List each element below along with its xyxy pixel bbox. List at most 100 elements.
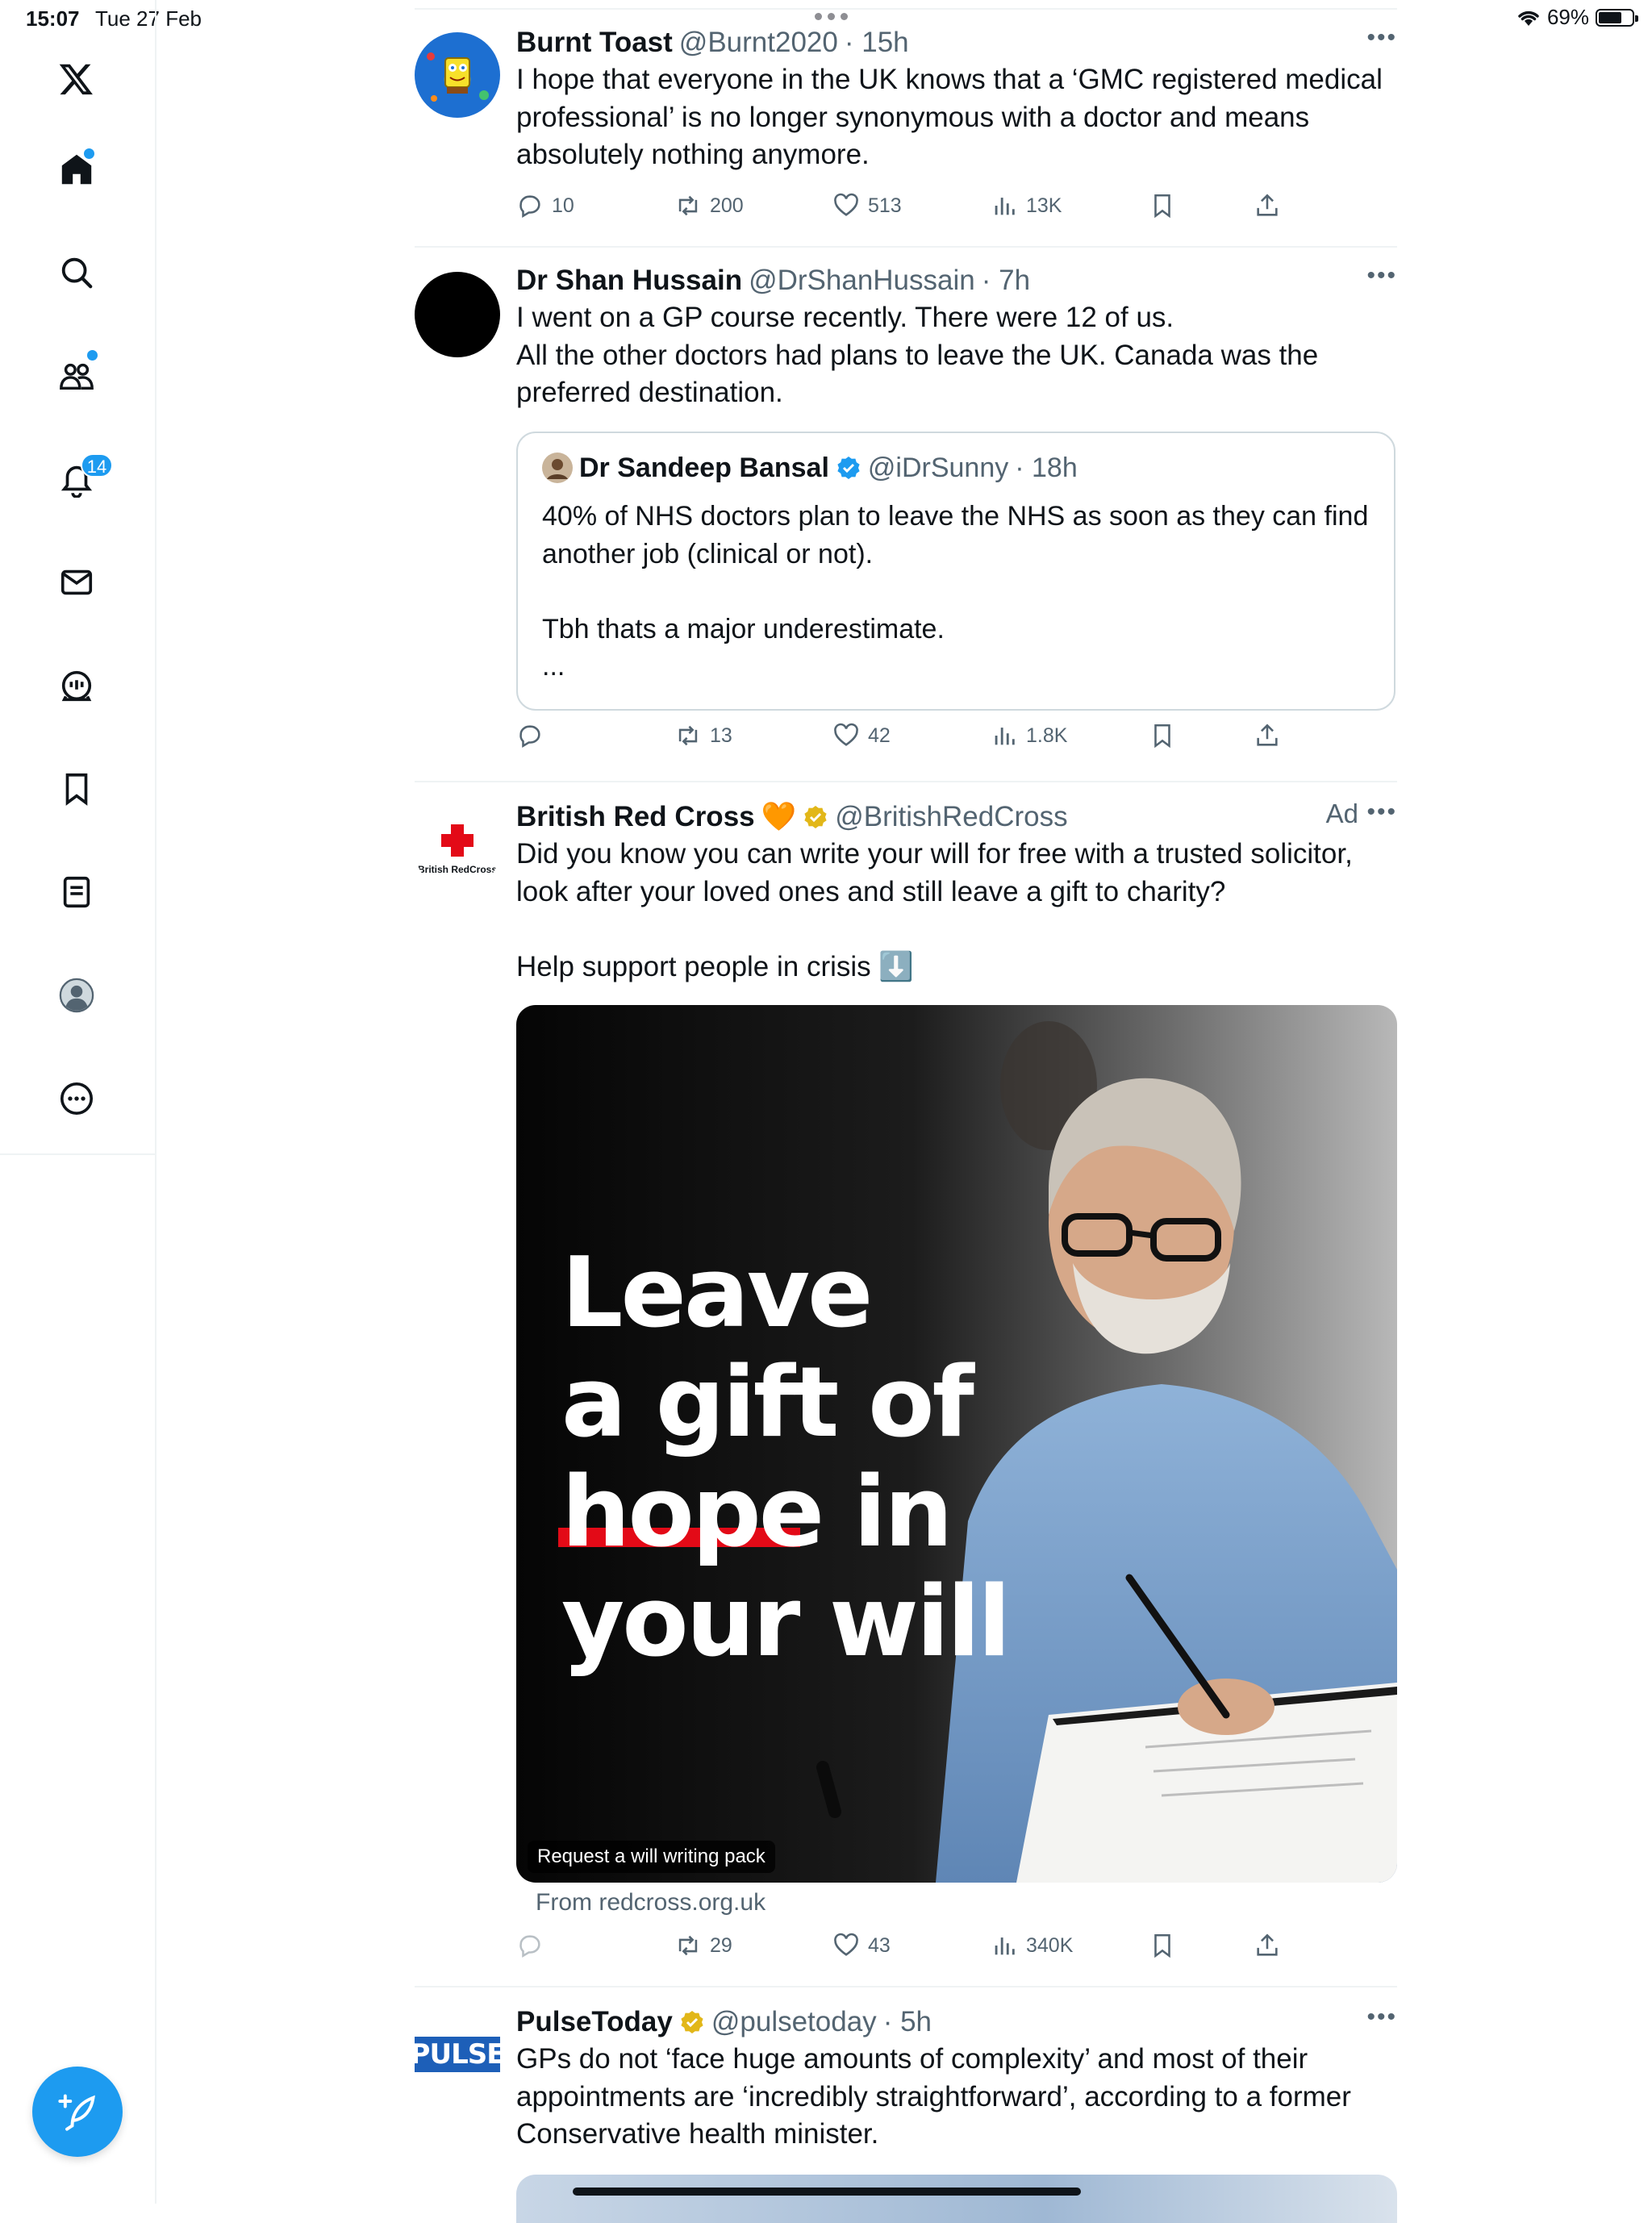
profile-avatar-icon[interactable] (38, 957, 115, 1034)
like-count: 513 (868, 194, 902, 217)
like-button[interactable]: 513 (832, 192, 902, 219)
tweet-timestamp[interactable]: · 15h (845, 24, 909, 61)
battery-percent: 69% (1546, 5, 1589, 29)
views-button[interactable]: 13K (991, 192, 1062, 219)
home-icon[interactable] (38, 131, 115, 208)
compose-tweet-button[interactable] (32, 2067, 123, 2157)
retweet-count: 200 (710, 194, 744, 217)
more-options-icon[interactable] (38, 1060, 115, 1137)
tweet-dr-shan-hussain[interactable]: Dr Shan Hussain @DrShanHussain · 7h ••• … (415, 262, 1397, 778)
communities-icon[interactable] (38, 337, 115, 415)
verified-badge-icon (837, 457, 860, 479)
views-count: 340K (1026, 1933, 1074, 1957)
gold-verified-badge-icon (804, 806, 827, 828)
tweet-more-options-icon[interactable]: ••• (1366, 799, 1397, 826)
reply-icon (519, 725, 540, 749)
ad-media-image[interactable]: Leave a gift of hope in your will Reques… (516, 1005, 1397, 1883)
bookmarks-icon[interactable] (38, 750, 115, 828)
avatar-dr-shan-hussain[interactable] (415, 272, 500, 357)
views-chart-icon (995, 728, 1015, 745)
share-button[interactable] (1254, 722, 1281, 749)
bookmark-icon (1154, 1933, 1170, 1958)
status-indicators: 69% (1516, 5, 1638, 30)
gold-verified-badge-icon (681, 2011, 703, 2033)
avatar-burnt-toast[interactable] (415, 32, 500, 118)
tweet-author-name[interactable]: Dr Shan Hussain (516, 262, 742, 299)
like-button[interactable]: 42 (832, 722, 891, 749)
retweet-button[interactable]: 29 (674, 1932, 732, 1959)
retweet-button[interactable]: 200 (674, 192, 744, 219)
home-new-dot (82, 147, 96, 161)
reply-button[interactable] (516, 722, 552, 749)
tweet-header: Burnt Toast @Burnt2020 · 15h (516, 24, 1397, 61)
quoted-tweet-card[interactable]: Dr Sandeep Bansal @iDrSunny · 18h 40% of… (516, 432, 1395, 711)
share-button[interactable] (1254, 1932, 1281, 1959)
tweet-author-handle[interactable]: @pulsetoday (711, 2004, 877, 2041)
retweet-count: 29 (710, 1933, 732, 1957)
tweet-author-name[interactable]: Burnt Toast (516, 24, 673, 61)
tweet-author-name[interactable]: PulseToday (516, 2004, 673, 2041)
tweet-more-options-icon[interactable]: ••• (1366, 24, 1397, 52)
sidebar-divider (0, 1153, 156, 1155)
tweet-more-options-icon[interactable]: ••• (1366, 2004, 1397, 2031)
tweet-burnt-toast[interactable]: Burnt Toast @Burnt2020 · 15h ••• I hope … (415, 24, 1397, 242)
tweet-media-preview[interactable] (516, 2175, 1397, 2223)
reply-button[interactable]: 10 (516, 192, 574, 219)
bookmark-button[interactable] (1149, 1932, 1176, 1959)
wifi-icon (1518, 10, 1539, 26)
share-icon (1257, 1933, 1278, 1956)
ad-headline-line: your will (561, 1566, 1011, 1679)
share-button[interactable] (1254, 192, 1281, 219)
messages-envelope-icon[interactable] (38, 544, 115, 621)
ad-headline-line: a gift of (561, 1347, 974, 1459)
tweet-timestamp[interactable]: · 5h (883, 2004, 932, 2041)
bookmark-icon (1154, 194, 1170, 219)
tweet-actions: 10 200 513 13K (516, 192, 1397, 229)
tweet-more-options-icon[interactable]: ••• (1366, 262, 1397, 290)
x-logo-icon[interactable] (38, 40, 115, 118)
views-button[interactable]: 1.8K (991, 722, 1067, 749)
tweet-header: British Red Cross 🧡 @BritishRedCross (516, 799, 1397, 836)
feed-divider (415, 1986, 1397, 1987)
views-count: 13K (1026, 194, 1062, 217)
search-icon[interactable] (38, 234, 115, 311)
tweet-timestamp[interactable]: · 7h (982, 262, 1030, 299)
notifications-badge: 14 (81, 453, 113, 478)
tweet-author-handle[interactable]: @BritishRedCross (835, 799, 1067, 836)
share-icon (1257, 724, 1278, 746)
home-indicator[interactable] (573, 2188, 1081, 2196)
tweet-text: I hope that everyone in the UK knows tha… (516, 64, 1391, 170)
sidebar: 14 (0, 0, 156, 2204)
heart-icon (834, 1933, 858, 1956)
tweet-author-name[interactable]: British Red Cross (516, 799, 755, 836)
tweet-actions: 13 42 1.8K (516, 722, 1397, 759)
views-count: 1.8K (1026, 724, 1068, 747)
tweet-british-red-cross-ad[interactable]: British RedCross British Red Cross 🧡 @Br… (415, 799, 1397, 1976)
bookmark-icon (1154, 724, 1170, 749)
tweet-header: Dr Shan Hussain @DrShanHussain · 7h (516, 262, 1397, 299)
retweet-count: 13 (710, 724, 732, 747)
bookmark-button[interactable] (1149, 192, 1176, 219)
grok-icon[interactable] (38, 647, 115, 724)
tweet-author-handle[interactable]: @DrShanHussain (749, 262, 975, 299)
ad-headline: Leave a gift of hope in your will (561, 1239, 1011, 1679)
ad-source-link[interactable]: From redcross.org.uk (536, 1889, 766, 1916)
views-button[interactable]: 340K (991, 1932, 1073, 1959)
avatar-british-red-cross[interactable]: British RedCross (415, 807, 500, 892)
lists-icon[interactable] (38, 853, 115, 931)
tweet-text: Did you know you can write your will for… (516, 838, 1353, 982)
views-chart-icon (995, 1937, 1015, 1955)
avatar-pulsetoday[interactable]: PULSE (415, 2012, 500, 2097)
tweet-pulsetoday[interactable]: PULSE PulseToday @pulsetoday · 5h ••• GP… (415, 2004, 1397, 2223)
tweet-text: I went on a GP course recently. There we… (516, 302, 1319, 408)
retweet-button[interactable]: 13 (674, 722, 732, 749)
bookmark-button[interactable] (1149, 722, 1176, 749)
tweet-author-handle[interactable]: @Burnt2020 (679, 24, 838, 61)
reply-button[interactable] (516, 1932, 552, 1959)
ad-cta-caption[interactable]: Request a will writing pack (528, 1841, 775, 1873)
like-count: 42 (868, 724, 891, 747)
retweet-icon (678, 1935, 698, 1956)
feed-divider (415, 781, 1397, 782)
like-button[interactable]: 43 (832, 1932, 891, 1959)
notifications-bell-icon[interactable]: 14 (38, 440, 115, 518)
